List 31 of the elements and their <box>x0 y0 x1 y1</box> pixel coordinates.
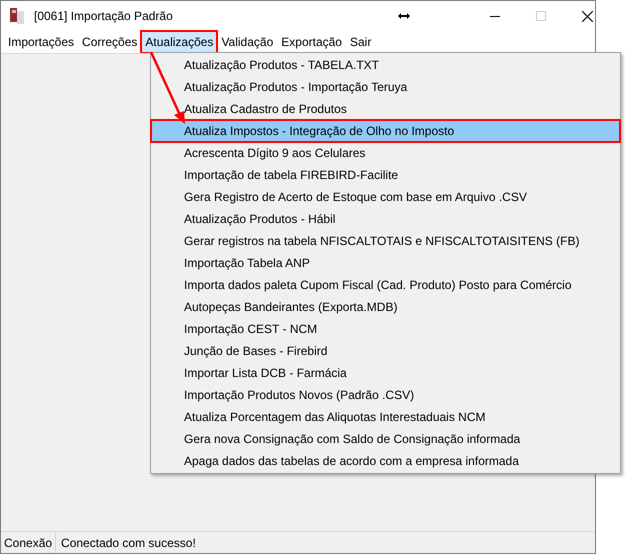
dropdown-item[interactable]: Gera nova Consignação com Saldo de Consignação informada <box>151 428 620 450</box>
dropdown-item[interactable]: Importar Lista DCB - Farmácia <box>151 362 620 384</box>
dropdown-item[interactable]: Importação Tabela ANP <box>151 252 620 274</box>
dropdown-item[interactable]: Acrescenta Dígito 9 aos Celulares <box>151 142 620 164</box>
window-title: [0061] Importação Padrão <box>34 8 173 25</box>
menu-item[interactable]: Validação <box>217 31 278 53</box>
app-icon <box>9 7 25 25</box>
dropdown-item[interactable]: Autopeças Bandeirantes (Exporta.MDB) <box>151 296 620 318</box>
menu-item[interactable]: Importações <box>4 31 78 53</box>
dropdown-item[interactable]: Atualização Produtos - Hábil <box>151 208 620 230</box>
dropdown-item[interactable]: Atualização Produtos - Importação Teruya <box>151 76 620 98</box>
dropdown-item[interactable]: Atualiza Cadastro de Produtos <box>151 98 620 120</box>
dropdown-item[interactable]: Apaga dados das tabelas de acordo com a empresa informada <box>151 450 620 472</box>
dropdown-item[interactable]: Importação Produtos Novos (Padrão .CSV) <box>151 384 620 406</box>
dropdown-item[interactable]: Importação CEST - NCM <box>151 318 620 340</box>
dropdown-item[interactable]: Importação de tabela FIREBIRD-Facilite <box>151 164 620 186</box>
dropdown-item[interactable]: Gera Registro de Acerto de Estoque com base em Arquivo .CSV <box>151 186 620 208</box>
menu-item[interactable]: Atualizações <box>141 31 218 53</box>
menu-item[interactable]: Correções <box>78 31 142 53</box>
dropdown-item[interactable]: Importa dados paleta Cupom Fiscal (Cad. Produto) Posto para Comércio <box>151 274 620 296</box>
dropdown-item[interactable]: Junção de Bases - Firebird <box>151 340 620 362</box>
menu-item[interactable]: Sair <box>346 31 376 53</box>
dropdown-item[interactable]: Atualiza Porcentagem das Aliquotas Interestaduais NCM <box>151 406 620 428</box>
dropdown-item[interactable]: Atualiza Impostos - Integração de Olho no Imposto <box>151 120 620 142</box>
status-message: Conectado com sucesso! <box>60 534 197 552</box>
resize-cursor-icon <box>398 12 410 20</box>
dropdown-item[interactable]: Atualização Produtos - TABELA.TXT <box>151 54 620 76</box>
dropdown-item[interactable]: Gerar registros na tabela NFISCALTOTAIS e NFISCALTOTAISITENS (FB) <box>151 230 620 252</box>
menu-item[interactable]: Exportação <box>277 31 346 53</box>
close-icon[interactable] <box>582 10 593 22</box>
status-label: Conexão <box>1 532 56 553</box>
